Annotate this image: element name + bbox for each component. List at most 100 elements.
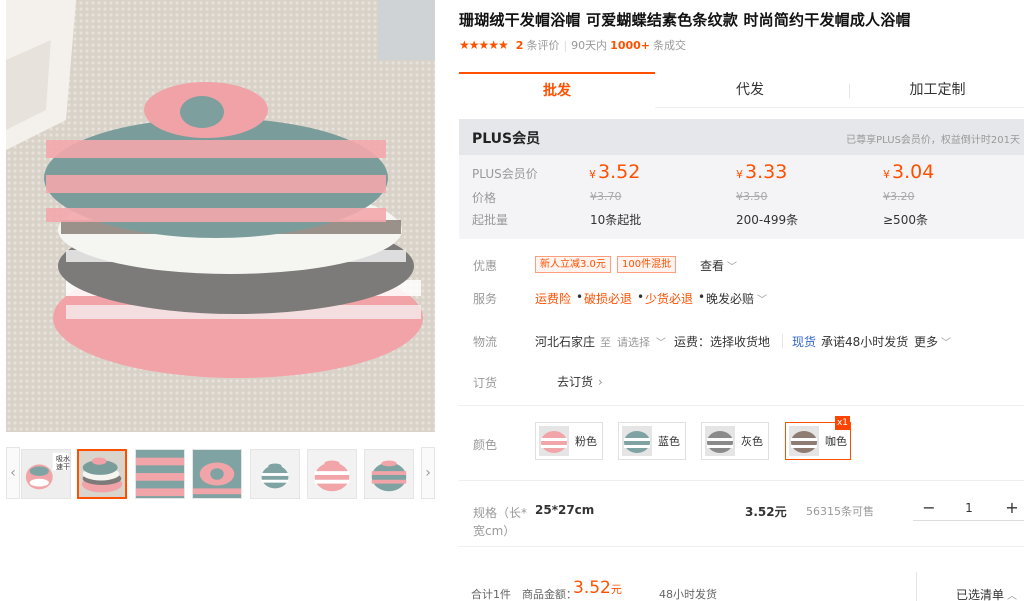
color-swatch-blue: [622, 426, 652, 456]
review-suffix[interactable]: 条评价: [526, 37, 559, 53]
logistics-more-label: 更多: [914, 335, 939, 349]
color-option-pink[interactable]: 粉色: [535, 422, 603, 460]
ship-destination-label: 请选择: [617, 336, 650, 349]
tier-1-price: ¥3.52: [589, 161, 640, 183]
go-order-link[interactable]: 去订货 ›: [557, 373, 603, 390]
ship-destination-select[interactable]: 请选择 ﹀: [617, 334, 666, 350]
quantity-stepper: − +: [913, 497, 1024, 521]
go-order-label: 去订货: [557, 375, 594, 389]
ship-promise: 承诺48小时发货: [821, 335, 909, 349]
product-title: 珊瑚绒干发帽浴帽 可爱蝴蝶结素色条纹款 时尚简约干发帽成人浴帽: [459, 11, 911, 29]
quantity-input[interactable]: [945, 499, 993, 517]
tab-divider: [849, 84, 850, 98]
thumbnail-4-image: [193, 450, 241, 498]
color-swatch-brown: [789, 426, 819, 456]
spec-size: 25*27cm: [535, 503, 595, 517]
review-count[interactable]: 2: [516, 39, 524, 52]
thumbnail-6[interactable]: [307, 449, 357, 499]
quantity-plus-button[interactable]: +: [1000, 497, 1024, 519]
thumbnail-1-label-2: 速干: [56, 463, 70, 471]
promo-view-more[interactable]: 查看 ﹀: [700, 257, 737, 274]
tab-wholesale[interactable]: 批发: [459, 72, 655, 108]
logistics-divider: [782, 334, 783, 348]
thumbnail-4[interactable]: [192, 449, 242, 499]
thumbnail-2[interactable]: [77, 449, 127, 499]
chevron-up-icon: ︿: [1007, 591, 1018, 601]
late-compensation-label: 晚发必赔: [706, 292, 755, 306]
tier-2-price: ¥3.33: [736, 161, 787, 183]
orig-price-label: 价格: [472, 191, 497, 205]
color-option-gray[interactable]: 灰色: [701, 422, 769, 460]
total-amount-value: 3.52: [573, 578, 611, 598]
thumb-next-button[interactable]: ›: [421, 447, 435, 499]
color-option-blue[interactable]: 蓝色: [618, 422, 686, 460]
promo-tag-mixed-batch[interactable]: 100件混批: [617, 256, 677, 273]
sales-suffix: 条成交: [653, 39, 687, 52]
logistics-more[interactable]: 更多 ﹀: [914, 333, 951, 350]
order-summary-bar: 合计1件 商品金额： 48小时发货 已选清单 ︿: [459, 572, 1024, 601]
ship-to-word: 至: [600, 336, 611, 349]
promo-label: 优惠: [473, 259, 498, 273]
promo-more-label: 查看: [700, 259, 725, 273]
chevron-right-icon: ›: [598, 375, 603, 389]
thumbnail-7[interactable]: [364, 449, 414, 499]
thumbnail-strip: ‹ 吸水 速干 ›: [6, 447, 435, 503]
footer-divider: [916, 572, 917, 601]
section-divider: [459, 480, 1024, 481]
amount-label: 商品金额：: [522, 588, 577, 601]
tier-3-price-value: 3.04: [892, 161, 935, 183]
color-label: 颜色: [473, 438, 498, 452]
spec-price: 3.52元: [745, 505, 787, 519]
purchase-mode-tabs: 批发 代发 加工定制: [459, 72, 1024, 108]
total-count: 合计1件: [471, 588, 511, 601]
rating-row: ★★★★★ 2 条评价 | 90天内 1000+ 条成交: [459, 37, 686, 53]
sales-prefix: 90天内: [571, 39, 608, 52]
tier-3-price: ¥3.04: [883, 161, 934, 183]
total-amount: 3.52元: [573, 578, 622, 598]
plus-price-label: PLUS会员价: [472, 167, 538, 181]
color-swatch-brown-image: [789, 426, 819, 456]
currency-symbol: ¥: [589, 168, 596, 181]
tier-1-batch: 10条起批: [590, 213, 642, 227]
tab-dropship[interactable]: 代发: [655, 72, 845, 108]
chevron-down-icon: ﹀: [656, 338, 666, 349]
service-item-damage-return[interactable]: 破损必退: [584, 290, 632, 307]
thumbnail-2-image: [79, 451, 125, 497]
ship-time: 48小时发货: [659, 588, 717, 601]
shipping-fee: 运费：选择收货地: [674, 335, 771, 349]
service-dot: •: [637, 290, 645, 304]
stock-status: 现货: [792, 335, 817, 349]
total-amount-unit: 元: [610, 583, 622, 596]
color-swatch-gray-image: [705, 426, 735, 456]
promo-tag-new-user[interactable]: 新人立减3.0元: [535, 256, 611, 273]
quantity-minus-button[interactable]: −: [917, 497, 941, 519]
chevron-down-icon: ﹀: [727, 262, 738, 273]
thumbnail-6-image: [308, 450, 356, 498]
main-product-image[interactable]: [6, 0, 435, 432]
batch-label: 起批量: [472, 213, 509, 227]
color-name-blue: 蓝色: [658, 435, 680, 448]
plus-title: PLUS会员: [472, 131, 541, 147]
section-divider: [459, 405, 1024, 406]
thumbnail-3[interactable]: [135, 449, 185, 499]
tier-3-orig-price: ¥3.20: [883, 190, 915, 203]
service-item-freight-insurance[interactable]: 运费险: [535, 290, 571, 307]
sales-count: 1000+: [610, 38, 651, 52]
tier-2-orig-price: ¥3.50: [736, 190, 768, 203]
thumbnail-5[interactable]: [250, 449, 300, 499]
tab-custom[interactable]: 加工定制: [851, 72, 1024, 108]
selected-quantity-badge: x1: [835, 416, 850, 430]
plus-header: PLUS会员 已尊享PLUS会员价，权益倒计时201天: [459, 119, 1024, 155]
thumbnail-1[interactable]: 吸水 速干: [21, 449, 71, 499]
selected-list-toggle[interactable]: 已选清单 ︿: [956, 586, 1017, 601]
service-item-late-compensation[interactable]: 晚发必赔 ﹀: [706, 290, 767, 307]
service-item-shortage-return[interactable]: 少货必退: [645, 290, 693, 307]
thumbnail-5-image: [251, 450, 299, 498]
currency-symbol: ¥: [883, 168, 890, 181]
tier-1-orig-price: ¥3.70: [590, 190, 622, 203]
thumb-prev-button[interactable]: ‹: [6, 447, 20, 499]
ship-from: 河北石家庄: [535, 335, 596, 349]
tier-2-price-value: 3.33: [745, 161, 788, 183]
color-name-brown: 咖色: [825, 435, 847, 448]
color-swatch-pink: [539, 426, 569, 456]
